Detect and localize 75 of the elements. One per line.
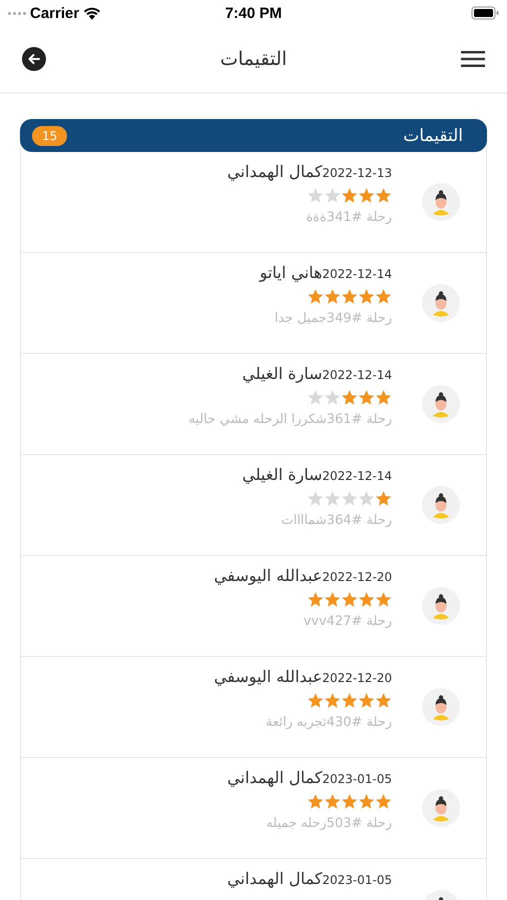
- menu-button[interactable]: [461, 50, 485, 68]
- review-comment: رحلة #361شكررا الرحله مشي حاليه: [188, 412, 392, 427]
- avatar-icon: [422, 284, 460, 322]
- star-icon: [375, 389, 392, 406]
- star-icon: [324, 187, 341, 204]
- star-icon: [341, 591, 358, 608]
- review-date: 2022-12-20: [322, 570, 392, 584]
- star-icon: [375, 793, 392, 810]
- review-date: 2023-01-05: [322, 873, 392, 887]
- back-button[interactable]: [22, 47, 46, 71]
- star-icon: [358, 692, 375, 709]
- star-icon: [324, 288, 341, 305]
- reviewer-name: كمال الهمداني: [227, 162, 322, 181]
- review-date: 2022-12-20: [322, 671, 392, 685]
- star-icon: [307, 692, 324, 709]
- star-icon: [307, 490, 324, 507]
- star-icon: [341, 288, 358, 305]
- star-icon: [324, 490, 341, 507]
- star-icon: [375, 692, 392, 709]
- star-icon: [324, 692, 341, 709]
- reviewer-name: سارة الغيلي: [242, 465, 322, 484]
- wifi-icon: [83, 6, 102, 20]
- reviewer-name: كمال الهمداني: [227, 869, 322, 888]
- star-icon: [358, 793, 375, 810]
- battery-icon: [471, 6, 499, 20]
- star-icon: [341, 187, 358, 204]
- review-comment: رحلة #503رحله جميله: [266, 816, 392, 831]
- avatar-icon: [422, 385, 460, 423]
- star-icon: [307, 591, 324, 608]
- star-icon: [324, 591, 341, 608]
- star-icon: [375, 187, 392, 204]
- avatar-icon: [422, 183, 460, 221]
- page-title: التقيمات: [220, 48, 287, 70]
- reviewer-name: عبدالله اليوسفي: [214, 667, 322, 686]
- review-comment: رحلة #349جميل جدا: [274, 311, 392, 326]
- star-icon: [307, 187, 324, 204]
- review-comment: رحلة #vvv427: [303, 614, 392, 629]
- reviews-title: التقيمات: [403, 126, 463, 146]
- review-date: 2022-12-14: [322, 469, 392, 483]
- star-icon: [341, 793, 358, 810]
- reviewer-name: هاني اياتو: [260, 263, 322, 282]
- review-date: 2022-12-13: [322, 166, 392, 180]
- review-comment: رحلة #430تجربه رائعة: [266, 715, 392, 730]
- star-icon: [375, 591, 392, 608]
- star-icon: [324, 389, 341, 406]
- star-icon: [307, 288, 324, 305]
- star-icon: [341, 389, 358, 406]
- star-icon: [358, 389, 375, 406]
- star-icon: [358, 187, 375, 204]
- review-comment: رحلة #341ةةة: [306, 210, 392, 225]
- star-icon: [324, 793, 341, 810]
- star-icon: [375, 490, 392, 507]
- signal-dots-icon: [8, 12, 26, 14]
- avatar-icon: [422, 789, 460, 827]
- count-badge: 15: [32, 126, 68, 146]
- avatar-icon: [422, 587, 460, 625]
- reviewer-name: كمال الهمداني: [227, 768, 322, 787]
- star-icon: [375, 288, 392, 305]
- avatar-icon: [422, 688, 460, 726]
- star-icon: [307, 793, 324, 810]
- reviewer-name: سارة الغيلي: [242, 364, 322, 383]
- star-icon: [307, 389, 324, 406]
- review-date: 2023-01-05: [322, 772, 392, 786]
- reviewer-name: عبدالله اليوسفي: [214, 566, 322, 585]
- review-date: 2022-12-14: [322, 368, 392, 382]
- star-icon: [358, 288, 375, 305]
- avatar-icon: [422, 486, 460, 524]
- clock-time: 7:40 PM: [225, 4, 282, 22]
- review-date: 2022-12-14: [322, 267, 392, 281]
- star-icon: [341, 490, 358, 507]
- star-icon: [358, 490, 375, 507]
- star-icon: [341, 692, 358, 709]
- review-comment: رحلة #364شماااات: [281, 513, 392, 528]
- carrier-name: Carrier: [30, 4, 80, 22]
- star-icon: [358, 591, 375, 608]
